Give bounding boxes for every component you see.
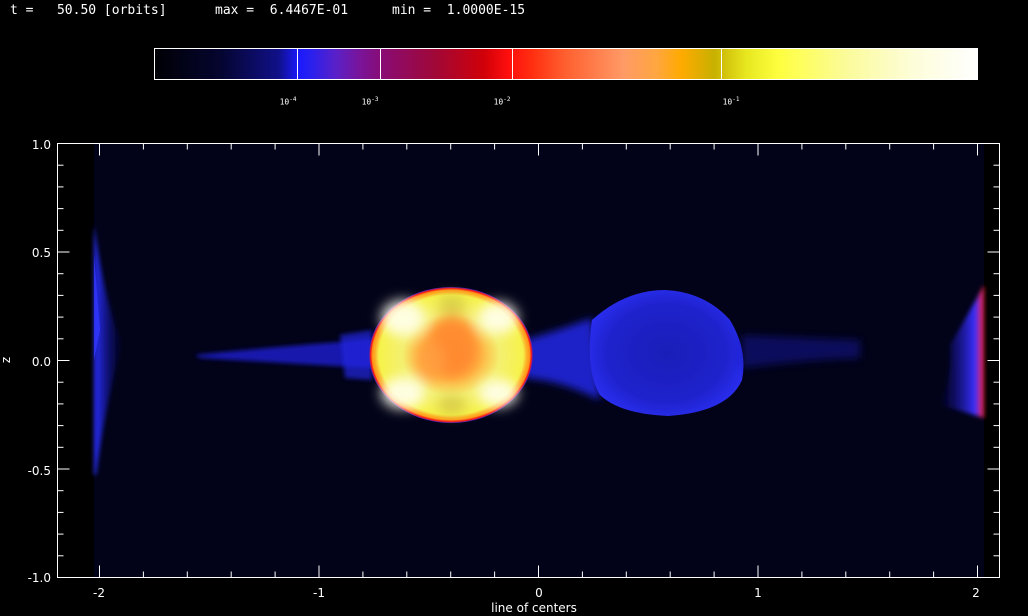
x-tick-label: 2 xyxy=(972,586,980,600)
y-tick-label: 0.0 xyxy=(32,355,51,369)
y-tick-label: -1.0 xyxy=(28,571,51,585)
x-tick-label: -2 xyxy=(93,586,105,600)
y-tick-label: -0.5 xyxy=(28,464,51,478)
y-tick-label: 1.0 xyxy=(32,138,51,152)
x-tick-label: 1 xyxy=(754,586,762,600)
x-tick-label: -1 xyxy=(313,586,325,600)
y-axis-title: z xyxy=(0,357,13,363)
stream-knot xyxy=(340,330,372,380)
y-tick-label: 0.5 xyxy=(32,246,51,260)
x-axis-title: line of centers xyxy=(491,601,577,615)
x-tick-label: 0 xyxy=(535,586,543,600)
density-plot: 1.0 0.5 0.0 -0.5 -1.0 -2 -1 0 1 2 line o… xyxy=(0,138,1000,615)
